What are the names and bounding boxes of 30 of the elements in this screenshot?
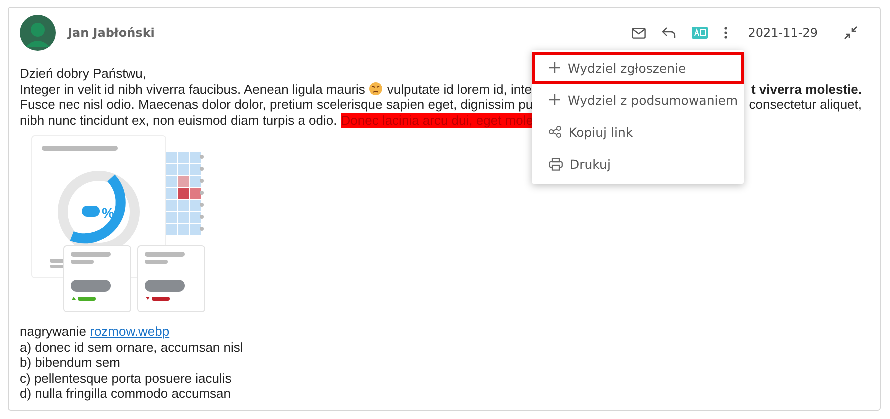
plus-icon (549, 62, 561, 74)
mail-icon[interactable] (632, 28, 646, 38)
greeting: Dzień dobry Państwu, (20, 66, 146, 82)
attachment-link[interactable]: rozmow.webp (90, 324, 170, 339)
reply-icon[interactable] (662, 27, 676, 39)
avatar-icon (20, 15, 56, 51)
sender-name: Jan Jabłoński (68, 26, 155, 40)
list-item: c) pellentesque porta posuere iaculis (20, 370, 232, 386)
highlighted-text: Donec lacinia arcu dui, eget mole (341, 112, 534, 128)
angry-face-icon (369, 82, 384, 96)
collapse-icon[interactable] (844, 26, 858, 40)
printer-icon (549, 158, 563, 170)
message-text: Integer in velit id nibh viverra faucibus. Aenean ligula mauris (20, 82, 366, 97)
message-date: 2021-11-29 (748, 26, 818, 40)
list-item: b) bibendum sem (20, 355, 120, 370)
plus-icon (549, 94, 561, 106)
menu-item[interactable]: Kopiuj link (532, 116, 744, 148)
message-text: nibh nunc tincidunt ex, non euismod diam turpis a odio. (20, 112, 338, 128)
message-text: consectetur aliquet, (749, 97, 862, 112)
share-icon (549, 126, 562, 138)
message-text: t viverra molestie. (751, 82, 862, 97)
more-icon[interactable] (724, 27, 728, 39)
list-item: d) nulla fringilla commodo accumsan (20, 386, 231, 402)
list-item: a) donec id sem ornare, accumsan nisl (20, 340, 244, 355)
menu-item[interactable]: Wydziel zgłoszenie (532, 52, 744, 84)
message-text: vulputate id lorem id, inte (387, 82, 532, 97)
message-text: Fusce nec nisl odio. Maecenas dolor dolor, pretium scelerisque sapien eget, dignissim pu (20, 97, 534, 112)
menu-item[interactable]: Drukuj (532, 148, 744, 180)
attachment-label: nagrywanie (20, 324, 86, 339)
menu-item[interactable]: Wydziel z podsumowaniem (532, 84, 744, 116)
